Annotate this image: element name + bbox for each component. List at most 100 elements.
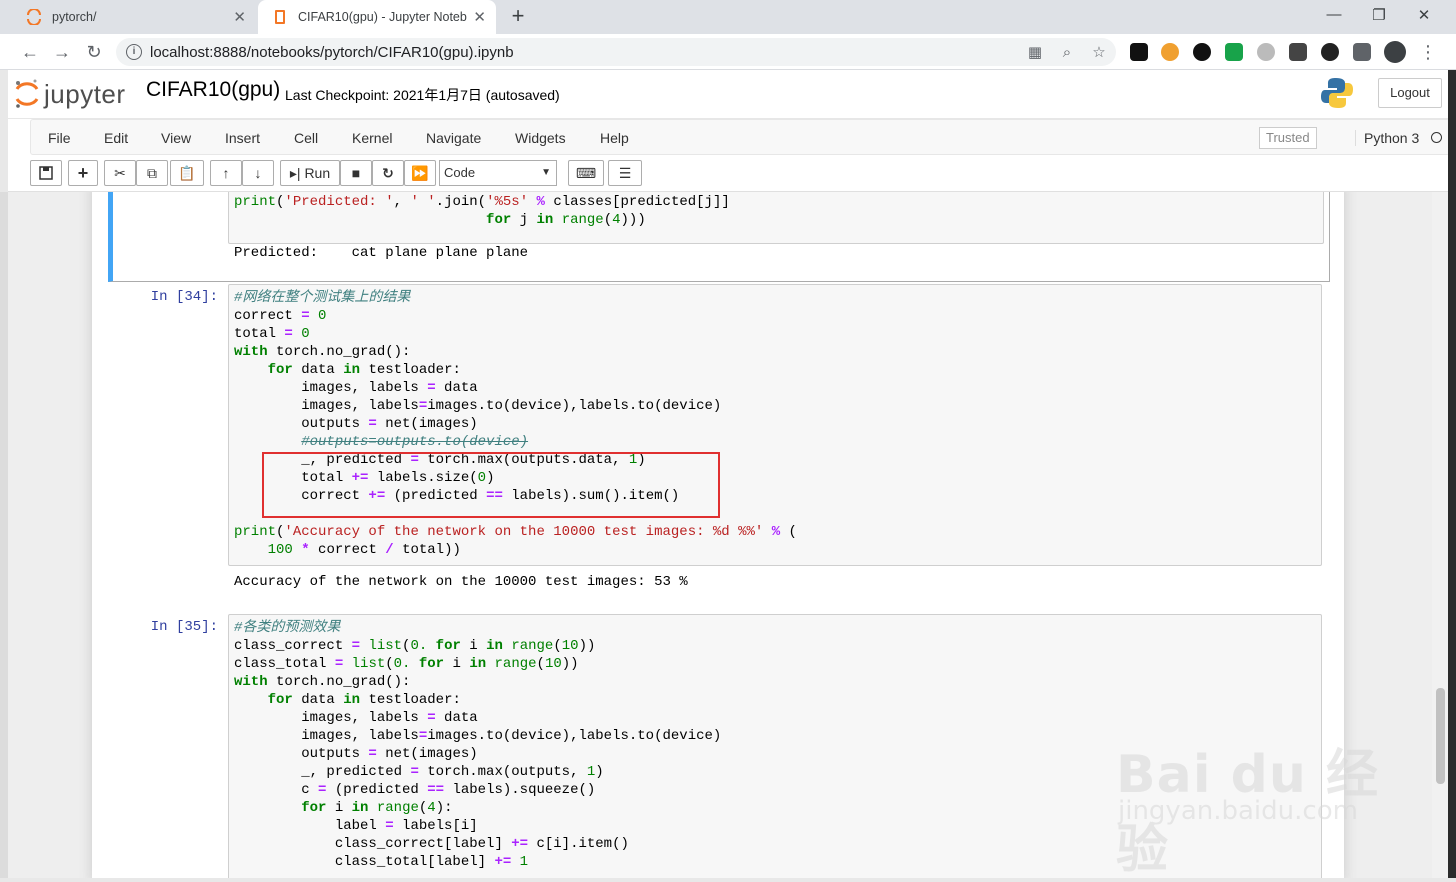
arrow-down-icon: ↓ xyxy=(254,165,262,181)
baidu-watermark: Bai du 经验 jingyan.baidu.com xyxy=(1116,718,1386,880)
paste-icon: 📋 xyxy=(178,165,196,181)
scissors-icon: ✂ xyxy=(114,165,126,181)
menu-bar: File Edit View Insert Cell Kernel Naviga… xyxy=(8,118,1450,156)
cell-output: Accuracy of the network on the 10000 tes… xyxy=(234,574,688,590)
cell-type-select[interactable]: Code ▼ xyxy=(439,160,557,186)
jupyter-logo-text: jupyter xyxy=(44,78,126,109)
cell-input[interactable]: #网络在整个测试集上的结果 correct = 0 total = 0 with… xyxy=(228,284,1322,566)
close-tab-icon[interactable]: ✕ xyxy=(233,8,246,26)
extension-7-icon[interactable] xyxy=(1321,43,1339,61)
cell-toolbar-button[interactable]: ☰ xyxy=(608,160,642,186)
move-up-button[interactable]: ↑ xyxy=(210,160,242,186)
notebook-name[interactable]: CIFAR10(gpu) xyxy=(146,78,280,102)
paste-button[interactable]: 📋 xyxy=(170,160,204,186)
menu-navigate[interactable]: Navigate xyxy=(426,130,481,146)
trusted-indicator[interactable]: Trusted xyxy=(1259,127,1317,149)
run-label: Run xyxy=(304,165,331,181)
new-tab-button[interactable]: + xyxy=(506,4,530,28)
menu-widgets[interactable]: Widgets xyxy=(515,130,566,146)
save-icon xyxy=(39,166,53,180)
extension-1-icon[interactable] xyxy=(1130,43,1148,61)
restart-run-all-button[interactable]: ⏩ xyxy=(404,160,436,186)
kernel-name[interactable]: Python 3 xyxy=(1355,130,1419,146)
site-info-icon[interactable]: i xyxy=(126,44,142,60)
chrome-menu-icon[interactable]: ⋮ xyxy=(1416,40,1440,64)
extension-shield-icon[interactable] xyxy=(1225,43,1243,61)
copy-icon: ⧉ xyxy=(147,165,157,181)
cell-prompt: In [35]: xyxy=(150,619,218,635)
cell-prompt: In [34]: xyxy=(150,289,218,305)
notebook-favicon-icon xyxy=(275,10,285,24)
chevron-down-icon: ▼ xyxy=(541,167,551,178)
browser-tab-bar: pytorch/ ✕ CIFAR10(gpu) - Jupyter Noteb … xyxy=(0,0,1456,34)
extension-3-icon[interactable] xyxy=(1193,43,1211,61)
stop-icon: ■ xyxy=(351,165,361,181)
bookmark-star-icon[interactable]: ☆ xyxy=(1090,44,1108,62)
tab-cifar10[interactable]: CIFAR10(gpu) - Jupyter Noteb ✕ xyxy=(258,0,496,34)
tab-title: pytorch/ xyxy=(52,10,97,24)
scrollbar-thumb[interactable] xyxy=(1436,688,1445,784)
profile-avatar-icon[interactable] xyxy=(1384,41,1406,63)
list-icon: ☰ xyxy=(618,165,632,181)
jupyter-logo[interactable]: jupyter xyxy=(14,78,126,110)
restart-button[interactable]: ↻ xyxy=(372,160,404,186)
minimize-icon[interactable]: — xyxy=(1324,6,1344,23)
menu-kernel[interactable]: Kernel xyxy=(352,130,392,146)
tab-pytorch[interactable]: pytorch/ ✕ xyxy=(8,0,256,34)
code-block: print('Predicted: ', ' '.join('%5s' % cl… xyxy=(234,194,730,228)
arrow-up-icon: ↑ xyxy=(222,165,230,181)
menu-view[interactable]: View xyxy=(161,130,191,146)
logout-button[interactable]: Logout xyxy=(1378,78,1442,108)
fast-forward-icon: ⏩ xyxy=(411,165,429,181)
menu-file[interactable]: File xyxy=(48,130,71,146)
cell-output: Predicted: cat plane plane plane xyxy=(234,245,529,261)
menu-edit[interactable]: Edit xyxy=(104,130,128,146)
extension-6-icon[interactable] xyxy=(1289,43,1307,61)
address-bar: ← → ↻ i localhost:8888/notebooks/pytorch… xyxy=(0,34,1456,70)
tab-title: CIFAR10(gpu) - Jupyter Noteb xyxy=(298,10,467,24)
url-omnibox[interactable]: i localhost:8888/notebooks/pytorch/CIFAR… xyxy=(116,38,1116,66)
watermark-sub: jingyan.baidu.com xyxy=(1118,796,1358,826)
python-logo-icon xyxy=(1321,78,1353,108)
jupyter-header: jupyter CIFAR10(gpu) Last Checkpoint: 20… xyxy=(8,70,1448,118)
run-button[interactable]: ▸| Run xyxy=(280,160,340,186)
save-button[interactable] xyxy=(30,160,62,186)
forward-icon[interactable]: → xyxy=(50,40,74,64)
menu-insert[interactable]: Insert xyxy=(225,130,260,146)
window-close-icon[interactable]: ✕ xyxy=(1414,6,1434,24)
reload-icon[interactable]: ↻ xyxy=(82,40,106,64)
keyboard-icon: ⌨ xyxy=(575,165,597,181)
extensions-puzzle-icon[interactable] xyxy=(1353,43,1371,61)
menu-container: File Edit View Insert Cell Kernel Naviga… xyxy=(30,119,1450,155)
move-down-button[interactable]: ↓ xyxy=(242,160,274,186)
back-icon[interactable]: ← xyxy=(18,40,42,64)
jupyter-favicon-icon xyxy=(27,9,41,25)
code-cell-prev[interactable]: print('Predicted: ', ' '.join('%5s' % cl… xyxy=(108,192,1330,282)
restart-icon: ↻ xyxy=(382,165,394,181)
cell-input[interactable]: print('Predicted: ', ' '.join('%5s' % cl… xyxy=(228,192,1324,244)
extension-2-icon[interactable] xyxy=(1161,43,1179,61)
command-palette-button[interactable]: ⌨ xyxy=(568,160,604,186)
restore-icon[interactable]: ❐ xyxy=(1369,6,1389,24)
zoom-icon[interactable]: ⌕ xyxy=(1058,44,1076,62)
code-cell-34[interactable]: In [34]: #网络在整个测试集上的结果 correct = 0 total… xyxy=(108,284,1330,604)
checkpoint-status: Last Checkpoint: 2021年1月7日 (autosaved) xyxy=(285,87,560,103)
cell-type-value: Code xyxy=(444,165,476,180)
scrollbar[interactable] xyxy=(1432,192,1448,878)
interrupt-button[interactable]: ■ xyxy=(340,160,372,186)
plus-icon: + xyxy=(77,163,89,183)
insert-cell-button[interactable]: + xyxy=(68,160,98,186)
url-text: localhost:8888/notebooks/pytorch/CIFAR10… xyxy=(150,44,514,61)
menu-help[interactable]: Help xyxy=(600,130,629,146)
jupyter-logo-icon xyxy=(15,79,39,108)
left-edge xyxy=(0,192,8,878)
notebook-toolbar: + ✂ ⧉ 📋 ↑ ↓ ▸| Run ■ ↻ ⏩ Code ▼ ⌨ ☰ xyxy=(8,156,1448,192)
qr-code-icon[interactable]: ▦ xyxy=(1026,44,1044,62)
close-tab-icon[interactable]: ✕ xyxy=(473,8,486,26)
highlight-box xyxy=(262,452,720,518)
copy-button[interactable]: ⧉ xyxy=(136,160,168,186)
cut-button[interactable]: ✂ xyxy=(104,160,136,186)
extension-5-icon[interactable] xyxy=(1257,43,1275,61)
menu-cell[interactable]: Cell xyxy=(294,130,318,146)
right-edge xyxy=(1448,70,1456,878)
